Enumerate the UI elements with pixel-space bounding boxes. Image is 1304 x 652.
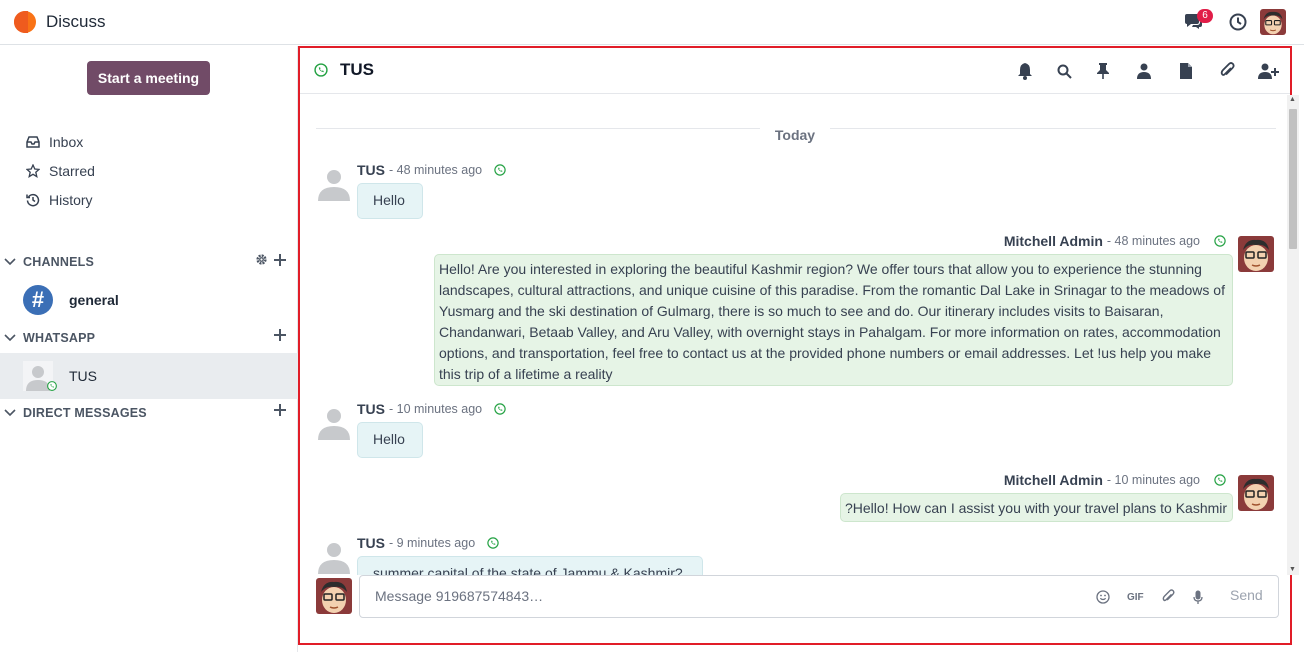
pin-icon[interactable] bbox=[1092, 60, 1114, 82]
message-bubble: ?Hello! How can I assist you with your t… bbox=[840, 493, 1233, 522]
scroll-up-icon[interactable]: ▲ bbox=[1289, 96, 1296, 103]
sidebar-item-label: History bbox=[49, 192, 93, 208]
message-bubble: Hello! Are you interested in exploring t… bbox=[434, 254, 1233, 386]
category-whatsapp[interactable]: WHATSAPP bbox=[4, 327, 292, 349]
microphone-icon[interactable] bbox=[1193, 588, 1203, 606]
message-bubble: Hello bbox=[357, 422, 423, 458]
history-icon bbox=[24, 193, 42, 207]
whatsapp-icon bbox=[494, 403, 506, 415]
message-author[interactable]: TUS bbox=[357, 162, 385, 178]
whatsapp-icon bbox=[1214, 474, 1226, 486]
message-input[interactable]: Message 919687574843… bbox=[375, 588, 543, 604]
category-channels[interactable]: CHANNELS bbox=[4, 251, 292, 273]
bell-icon[interactable] bbox=[1014, 60, 1036, 82]
start-meeting-button[interactable]: Start a meeting bbox=[87, 61, 210, 95]
message-author[interactable]: Mitchell Admin bbox=[1004, 472, 1103, 488]
message-input-box[interactable]: Message 919687574843… GIF Send bbox=[359, 575, 1279, 618]
top-navbar: Discuss 6 bbox=[0, 0, 1304, 45]
add-whatsapp-icon[interactable] bbox=[274, 329, 286, 344]
channel-name: general bbox=[69, 292, 119, 308]
emoji-icon[interactable] bbox=[1096, 588, 1110, 606]
message-time: - 9 minutes ago bbox=[389, 536, 476, 550]
contact-avatar[interactable] bbox=[316, 165, 352, 201]
composer: Message 919687574843… GIF Send bbox=[300, 575, 1290, 643]
sidebar-item-starred[interactable]: Starred bbox=[24, 160, 95, 182]
message-list: Today TUS - 48 minutes ago Hello Mitchel… bbox=[300, 95, 1286, 575]
message-time: - 48 minutes ago bbox=[1106, 234, 1200, 248]
chevron-down-icon bbox=[4, 334, 18, 342]
whatsapp-icon bbox=[487, 537, 499, 549]
user-avatar[interactable] bbox=[1238, 236, 1274, 272]
star-icon bbox=[24, 164, 42, 178]
whatsapp-icon bbox=[494, 164, 506, 176]
message-scrollbar[interactable]: ▲ ▼ bbox=[1287, 95, 1299, 575]
gear-icon[interactable] bbox=[255, 253, 268, 269]
message-bubble: summer capital of the state of Jammu & K… bbox=[357, 556, 703, 575]
category-label: WHATSAPP bbox=[23, 331, 96, 345]
search-icon[interactable] bbox=[1053, 60, 1075, 82]
message-author-line: Mitchell Admin - 10 minutes ago bbox=[1004, 472, 1226, 488]
add-direct-message-icon[interactable] bbox=[274, 404, 286, 419]
message-time: - 10 minutes ago bbox=[1106, 473, 1200, 487]
category-label: DIRECT MESSAGES bbox=[23, 406, 147, 420]
scrollbar-thumb[interactable] bbox=[1289, 109, 1297, 249]
channel-item-general[interactable]: # general bbox=[0, 277, 298, 323]
message-author-line: TUS - 10 minutes ago bbox=[357, 401, 506, 417]
chat-name: TUS bbox=[69, 368, 97, 384]
message-bubble: Hello bbox=[357, 183, 423, 219]
sidebar-item-history[interactable]: History bbox=[24, 189, 93, 211]
sidebar-item-label: Starred bbox=[49, 163, 95, 179]
message-author[interactable]: Mitchell Admin bbox=[1004, 233, 1103, 249]
add-user-icon[interactable] bbox=[1258, 60, 1280, 82]
message-author[interactable]: TUS bbox=[357, 535, 385, 551]
whatsapp-icon bbox=[47, 378, 57, 394]
date-separator: Today bbox=[760, 127, 830, 143]
message-author-line: TUS - 9 minutes ago bbox=[357, 535, 499, 551]
thread-title: TUS bbox=[340, 60, 374, 79]
sidebar-item-label: Inbox bbox=[49, 134, 84, 150]
whatsapp-icon bbox=[1214, 235, 1226, 247]
thread-panel: TUS Today TUS - 48 minutes ago Hello Mit… bbox=[298, 46, 1299, 645]
gif-button[interactable]: GIF bbox=[1127, 588, 1144, 606]
hashtag-icon: # bbox=[23, 285, 53, 315]
messages-badge: 6 bbox=[1197, 9, 1213, 23]
message-time: - 48 minutes ago bbox=[389, 163, 483, 177]
document-icon[interactable] bbox=[1175, 60, 1197, 82]
whatsapp-icon bbox=[314, 63, 328, 82]
chevron-down-icon bbox=[4, 258, 18, 266]
contact-avatar bbox=[23, 361, 57, 391]
send-button[interactable]: Send bbox=[1230, 587, 1263, 603]
chevron-down-icon bbox=[4, 409, 18, 417]
add-channel-icon[interactable] bbox=[274, 253, 286, 269]
attachment-icon[interactable] bbox=[1161, 588, 1175, 606]
inbox-icon bbox=[24, 136, 42, 148]
member-icon[interactable] bbox=[1133, 60, 1155, 82]
app-title[interactable]: Discuss bbox=[46, 12, 106, 32]
user-avatar[interactable] bbox=[1260, 9, 1286, 35]
category-label: CHANNELS bbox=[23, 255, 95, 269]
discuss-logo-icon[interactable] bbox=[14, 11, 36, 33]
scroll-down-icon[interactable]: ▼ bbox=[1289, 566, 1296, 573]
message-time: - 10 minutes ago bbox=[389, 402, 483, 416]
category-direct-messages[interactable]: DIRECT MESSAGES bbox=[4, 402, 292, 424]
message-author-line: TUS - 48 minutes ago bbox=[357, 162, 506, 178]
contact-avatar[interactable] bbox=[316, 404, 352, 440]
thread-header: TUS bbox=[300, 48, 1290, 94]
contact-avatar[interactable] bbox=[316, 538, 352, 574]
sidebar-item-inbox[interactable]: Inbox bbox=[24, 131, 83, 153]
paperclip-icon[interactable] bbox=[1216, 60, 1238, 82]
activity-clock-icon[interactable] bbox=[1226, 10, 1250, 34]
message-author-line: Mitchell Admin - 48 minutes ago bbox=[1004, 233, 1226, 249]
whatsapp-chat-tus[interactable]: TUS bbox=[0, 353, 298, 399]
user-avatar[interactable] bbox=[1238, 475, 1274, 511]
user-avatar bbox=[316, 578, 352, 614]
discuss-sidebar: Start a meeting Inbox Starred History CH… bbox=[0, 46, 298, 652]
message-author[interactable]: TUS bbox=[357, 401, 385, 417]
